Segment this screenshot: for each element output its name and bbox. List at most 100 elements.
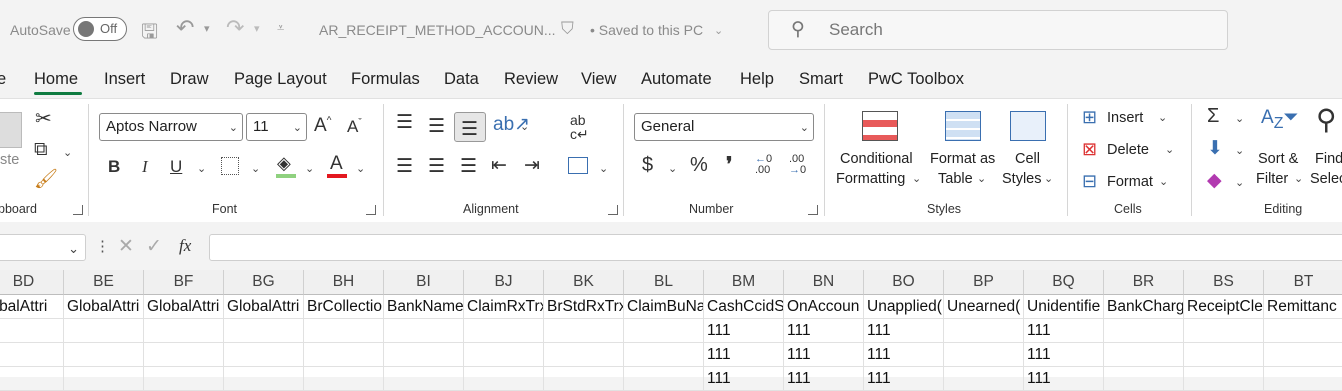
borders-icon[interactable] (221, 157, 239, 175)
copy-dropdown-icon[interactable]: ⌄ (63, 146, 72, 159)
format-as-table-label-2[interactable]: Table (938, 171, 973, 187)
save-status-chevron-icon[interactable]: ⌄ (714, 24, 723, 37)
header-cell[interactable]: ReceiptCle (1184, 295, 1264, 319)
tab-draw[interactable]: Draw (170, 70, 209, 89)
autosave-toggle[interactable]: Off (73, 17, 127, 41)
insert-function-icon[interactable]: fx (179, 236, 191, 256)
column-header-br[interactable]: BR (1104, 270, 1184, 295)
grid-cell[interactable] (1264, 367, 1342, 391)
autosum-icon[interactable]: Σ (1207, 106, 1219, 126)
column-header-bm[interactable]: BM (704, 270, 784, 295)
grid-cell[interactable]: 111 (704, 319, 784, 343)
insert-cells-icon[interactable]: ⊞ (1082, 108, 1097, 126)
conditional-formatting-label-2[interactable]: Formatting (836, 171, 905, 187)
redo-dropdown-icon[interactable]: ▾ (254, 22, 260, 35)
delete-dropdown-icon[interactable]: ⌄ (1165, 143, 1174, 156)
grid-cell[interactable] (944, 319, 1024, 343)
top-align-icon[interactable]: ☰ (396, 113, 413, 132)
align-left-icon[interactable]: ☰ (396, 157, 413, 176)
save-status[interactable]: • Saved to this PC (590, 22, 703, 38)
grid-cell[interactable]: 111 (864, 367, 944, 391)
column-header-bl[interactable]: BL (624, 270, 704, 295)
column-header-be[interactable]: BE (64, 270, 144, 295)
grid-cell[interactable] (1104, 367, 1184, 391)
header-cell[interactable]: BrCollectio (304, 295, 384, 319)
merge-dropdown-icon[interactable]: ⌄ (599, 162, 608, 175)
tab-smart[interactable]: Smart (799, 70, 843, 89)
column-header-bf[interactable]: BF (144, 270, 224, 295)
grid-cell[interactable] (144, 343, 224, 367)
formula-input[interactable] (209, 234, 1342, 261)
format-as-table-icon[interactable] (945, 111, 981, 141)
sort-filter-label-1[interactable]: Sort & (1258, 151, 1298, 167)
format-painter-icon[interactable]: 🖌 (34, 170, 58, 189)
grid-cell[interactable] (1264, 319, 1342, 343)
clear-dropdown-icon[interactable]: ⌄ (1235, 176, 1244, 189)
clipboard-launcher-icon[interactable] (73, 205, 83, 215)
grid-cell[interactable] (304, 319, 384, 343)
file-name[interactable]: AR_RECEIPT_METHOD_ACCOUN... (319, 22, 555, 38)
align-right-icon[interactable]: ☰ (460, 157, 477, 176)
alignment-launcher-icon[interactable] (608, 205, 618, 215)
font-name-select[interactable]: Aptos Narrow ⌄ (99, 113, 243, 141)
header-cell[interactable]: Remittanc (1264, 295, 1342, 319)
column-header-bd[interactable]: BD (0, 270, 64, 295)
grid-cell[interactable] (1184, 343, 1264, 367)
autosum-dropdown-icon[interactable]: ⌄ (1235, 112, 1244, 125)
copy-icon[interactable]: ⧉ (34, 140, 48, 159)
decrease-font-size-icon[interactable]: Aˇ (347, 118, 362, 135)
fill-color-icon[interactable]: ◈ (277, 154, 291, 172)
paste-label[interactable]: ste (0, 152, 19, 168)
tab-pwc-toolbox[interactable]: PwC Toolbox (868, 70, 964, 89)
save-icon[interactable]: 🖫 (141, 17, 158, 51)
grid-cell[interactable]: 111 (1024, 319, 1104, 343)
column-header-bh[interactable]: BH (304, 270, 384, 295)
tab-insert[interactable]: Insert (104, 70, 145, 89)
number-launcher-icon[interactable] (808, 205, 818, 215)
format-cells-label[interactable]: Format (1107, 174, 1153, 190)
header-cell[interactable]: ClaimRxTrx (464, 295, 544, 319)
grid-cell[interactable] (304, 367, 384, 391)
grid-cell[interactable]: 111 (784, 319, 864, 343)
clear-icon[interactable]: ◆ (1207, 171, 1222, 190)
delete-cells-icon[interactable]: ⊠ (1082, 140, 1097, 158)
grid-cell[interactable] (384, 319, 464, 343)
grid-cell[interactable] (464, 367, 544, 391)
more-options-icon[interactable]: ⋮ (95, 237, 110, 255)
grid-cell[interactable] (624, 367, 704, 391)
sort-filter-icon[interactable]: AZ⏷ (1261, 108, 1299, 132)
tab-view[interactable]: View (581, 70, 616, 89)
conditional-formatting-dropdown-icon[interactable]: ⌄ (912, 172, 921, 185)
grid-cell[interactable] (64, 319, 144, 343)
header-cell[interactable]: CashCcidS (704, 295, 784, 319)
number-format-select[interactable]: General ⌄ (634, 113, 814, 141)
grid-cell[interactable] (1184, 367, 1264, 391)
grid-cell[interactable] (304, 343, 384, 367)
column-header-bo[interactable]: BO (864, 270, 944, 295)
grid-cell[interactable]: 111 (1024, 343, 1104, 367)
grid-cell[interactable] (144, 367, 224, 391)
merge-center-icon[interactable] (568, 157, 588, 174)
header-cell[interactable]: OnAccoun (784, 295, 864, 319)
italic-icon[interactable]: I (142, 158, 148, 175)
column-header-bn[interactable]: BN (784, 270, 864, 295)
undo-dropdown-icon[interactable]: ▾ (204, 22, 210, 35)
grid-cell[interactable] (544, 319, 624, 343)
header-cell[interactable]: Unapplied( (864, 295, 944, 319)
grid-cell[interactable] (464, 343, 544, 367)
insert-cells-label[interactable]: Insert (1107, 110, 1143, 126)
grid-cell[interactable] (384, 343, 464, 367)
borders-dropdown-icon[interactable]: ⌄ (251, 162, 260, 175)
font-size-select[interactable]: 11 ⌄ (246, 113, 307, 141)
sort-filter-label-2[interactable]: Filter (1256, 171, 1288, 187)
grid-cell[interactable] (64, 367, 144, 391)
header-cell[interactable]: ClaimBuNa (624, 295, 704, 319)
orientation-dropdown-icon[interactable]: ⌄ (520, 120, 529, 133)
header-cell[interactable]: GlobalAttri (64, 295, 144, 319)
column-header-bi[interactable]: BI (384, 270, 464, 295)
grid-cell[interactable] (944, 367, 1024, 391)
grid-cell[interactable]: 111 (784, 367, 864, 391)
grid-cell[interactable]: 111 (864, 343, 944, 367)
header-cell[interactable]: BankName (384, 295, 464, 319)
find-select-label-1[interactable]: Find (1315, 151, 1342, 167)
